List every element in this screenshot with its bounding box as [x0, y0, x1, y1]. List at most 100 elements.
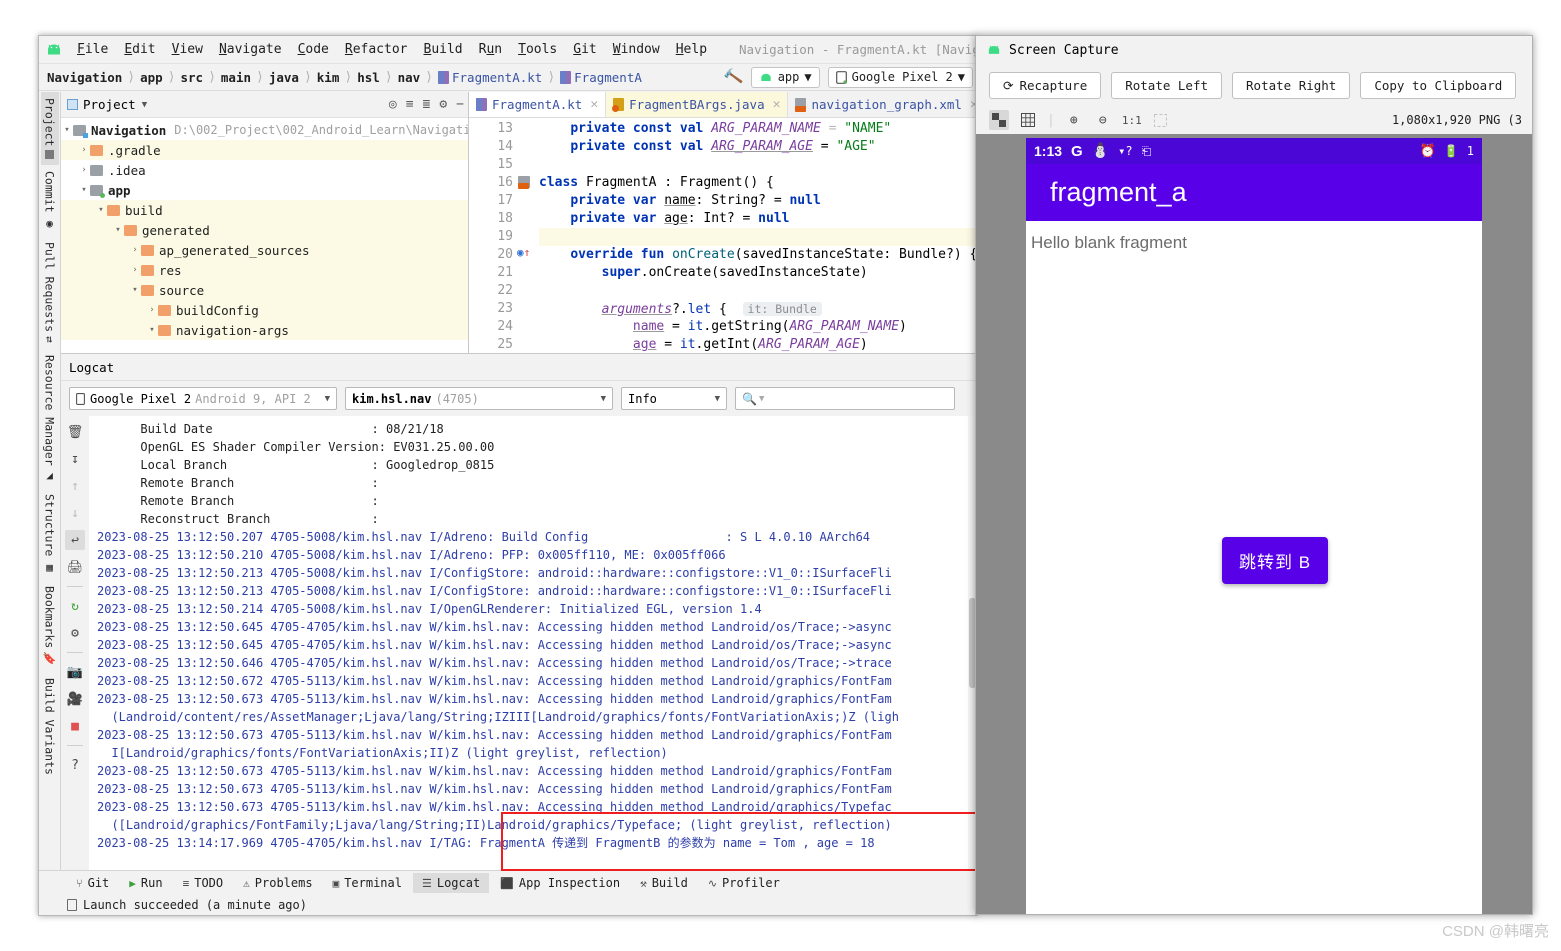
chevron-right-icon[interactable]: ›	[146, 305, 158, 315]
clear-logcat-icon[interactable]: 🗑	[65, 422, 85, 442]
soft-wrap-icon[interactable]: ↩	[65, 530, 85, 550]
hammer-icon[interactable]: 🔨	[722, 66, 744, 87]
tree-row[interactable]: › buildConfig	[61, 300, 468, 320]
tree-row[interactable]: ▾ app	[61, 180, 468, 200]
logcat-process-selector[interactable]: kim.hsl.nav (4705) ▼	[345, 387, 613, 410]
logcat-search-input[interactable]: 🔍 ▼	[735, 387, 955, 410]
minimize-icon[interactable]: −	[456, 97, 464, 112]
override-marker-icon[interactable]: ◉↑	[517, 246, 539, 264]
logcat-output[interactable]: Build Date : 08/21/18 OpenGL ES Shader C…	[89, 416, 977, 870]
copy-to-clipboard-button[interactable]: Copy to Clipboard	[1360, 71, 1517, 99]
menu-git[interactable]: Git	[565, 40, 604, 59]
tree-row[interactable]: › ap_generated_sources	[61, 240, 468, 260]
menu-window[interactable]: Window	[605, 40, 668, 59]
sidebar-item-resource-manager[interactable]: Resource Manager ◢	[41, 349, 59, 489]
grid-icon[interactable]	[1018, 110, 1038, 130]
locate-icon[interactable]: ◎	[389, 97, 397, 112]
menu-build[interactable]: Build	[416, 40, 471, 59]
expand-all-icon[interactable]: ≡	[406, 97, 414, 112]
menu-help[interactable]: Help	[668, 40, 715, 59]
bottom-tab-git[interactable]: ⑂ Git	[67, 873, 118, 893]
chevron-down-icon[interactable]: ▾	[146, 325, 158, 335]
stop-icon[interactable]: ■	[65, 716, 85, 736]
breadcrumb-fragmenta-file[interactable]: FragmentA.kt	[438, 70, 542, 85]
print-icon[interactable]: 🖨	[65, 557, 85, 577]
editor-tab-navigation-graph-xml[interactable]: navigation_graph.xml ✕	[788, 92, 977, 117]
tree-row[interactable]: ▾ navigation-args	[61, 320, 468, 340]
tree-row-root[interactable]: ▾ Navigation D:\002_Project\002_Android_…	[61, 120, 468, 140]
fit-to-screen-icon[interactable]	[1151, 110, 1171, 130]
tree-row[interactable]: › .idea	[61, 160, 468, 180]
zoom-actual-size-label[interactable]: 1:1	[1122, 110, 1142, 130]
tree-row[interactable]: ▾ source	[61, 280, 468, 300]
chevron-down-icon[interactable]: ▾	[112, 225, 124, 235]
breadcrumb-app[interactable]: app	[140, 70, 163, 85]
tree-row[interactable]: ▾ build	[61, 200, 468, 220]
code-text[interactable]: private const val ARG_PARAM_NAME = "NAME…	[539, 118, 977, 353]
sidebar-item-build-variants[interactable]: Build Variants	[41, 672, 59, 781]
menu-code[interactable]: Code	[290, 40, 337, 59]
restart-icon[interactable]: ↻	[65, 596, 85, 616]
breadcrumb-java[interactable]: java	[269, 70, 299, 85]
breadcrumb-nav[interactable]: nav	[398, 70, 421, 85]
menu-file[interactable]: File	[69, 40, 116, 59]
chevron-right-icon[interactable]: ›	[78, 145, 90, 155]
bottom-tab-logcat[interactable]: ☰ Logcat	[412, 873, 490, 893]
logcat-level-selector[interactable]: Info ▼	[621, 387, 727, 410]
camera-icon[interactable]: 📷	[65, 662, 85, 682]
menu-edit[interactable]: Edit	[116, 40, 163, 59]
close-icon[interactable]: ✕	[590, 97, 598, 112]
collapse-all-icon[interactable]: ≣	[423, 97, 431, 112]
code-area-wrapper[interactable]: 13 14 15 16 17 18 19 20 21 22 23 24 25 ◉…	[469, 118, 977, 353]
sidebar-item-commit[interactable]: Commit ◉	[41, 165, 59, 236]
tree-row[interactable]: › res	[61, 260, 468, 280]
chevron-down-icon[interactable]: ▾	[129, 285, 141, 295]
scroll-to-end-icon[interactable]: ↧	[65, 449, 85, 469]
menu-navigate[interactable]: Navigate	[211, 40, 290, 59]
tree-row[interactable]: ▾ generated	[61, 220, 468, 240]
device-selector[interactable]: Google Pixel 2 ▼	[827, 66, 973, 88]
breadcrumb-src[interactable]: src	[181, 70, 204, 85]
help-icon[interactable]: ?	[65, 755, 85, 775]
chevron-right-icon[interactable]: ›	[78, 165, 90, 175]
chevron-down-icon[interactable]: ▾	[78, 185, 90, 195]
sidebar-item-pull-requests[interactable]: Pull Requests ⇄	[41, 236, 59, 349]
sidebar-item-project[interactable]: Project	[40, 92, 59, 166]
bottom-tab-run[interactable]: ▶ Run	[120, 873, 171, 893]
chevron-right-icon[interactable]: ›	[129, 265, 141, 275]
class-marker-icon[interactable]	[517, 174, 539, 192]
chevron-down-icon[interactable]: ▼	[142, 100, 147, 110]
bottom-tab-terminal[interactable]: ▣ Terminal	[324, 873, 411, 893]
chevron-right-icon[interactable]: ›	[129, 245, 141, 255]
bottom-tab-build[interactable]: ⚒ Build	[631, 873, 697, 893]
breadcrumb-main[interactable]: main	[221, 70, 251, 85]
bottom-tab-profiler[interactable]: ∿ Profiler	[699, 873, 789, 893]
gear-icon[interactable]: ⚙	[65, 623, 85, 643]
tree-row[interactable]: › .gradle	[61, 140, 468, 160]
jump-to-b-button[interactable]: 跳转到 B	[1222, 537, 1329, 584]
breadcrumb-hsl[interactable]: hsl	[357, 70, 380, 85]
chevron-down-icon[interactable]: ▾	[61, 125, 73, 135]
sidebar-item-structure[interactable]: Structure ▦	[41, 488, 59, 579]
menu-view[interactable]: View	[164, 40, 211, 59]
rotate-left-button[interactable]: Rotate Left	[1111, 71, 1223, 99]
close-icon[interactable]: ✕	[773, 97, 781, 112]
video-icon[interactable]: 🎥	[65, 689, 85, 709]
editor-tab-fragmenta-kt[interactable]: FragmentA.kt ✕	[469, 92, 607, 117]
menu-run[interactable]: Run	[471, 40, 510, 59]
bottom-tab-todo[interactable]: ≡ TODO	[174, 873, 233, 893]
zoom-out-icon[interactable]: ⊖	[1093, 110, 1113, 130]
zoom-in-icon[interactable]: ⊕	[1064, 110, 1084, 130]
bottom-tab-problems[interactable]: ⚠ Problems	[234, 873, 321, 893]
gear-icon[interactable]: ⚙	[439, 97, 447, 112]
breadcrumb-fragmenta-class[interactable]: FragmentA	[560, 70, 642, 85]
recapture-button[interactable]: ⟳ Recapture	[989, 71, 1102, 99]
logcat-device-selector[interactable]: Google Pixel 2 Android 9, API 2 ▼	[69, 387, 337, 410]
previous-occurrence-icon[interactable]: ↑	[65, 476, 85, 496]
rotate-right-button[interactable]: Rotate Right	[1232, 71, 1351, 99]
menu-refactor[interactable]: Refactor	[337, 40, 416, 59]
transparency-grid-icon[interactable]	[989, 110, 1009, 130]
menu-tools[interactable]: Tools	[510, 40, 565, 59]
chevron-down-icon[interactable]: ▾	[95, 205, 107, 215]
bottom-tab-app-inspection[interactable]: ⬛ App Inspection	[491, 873, 629, 893]
